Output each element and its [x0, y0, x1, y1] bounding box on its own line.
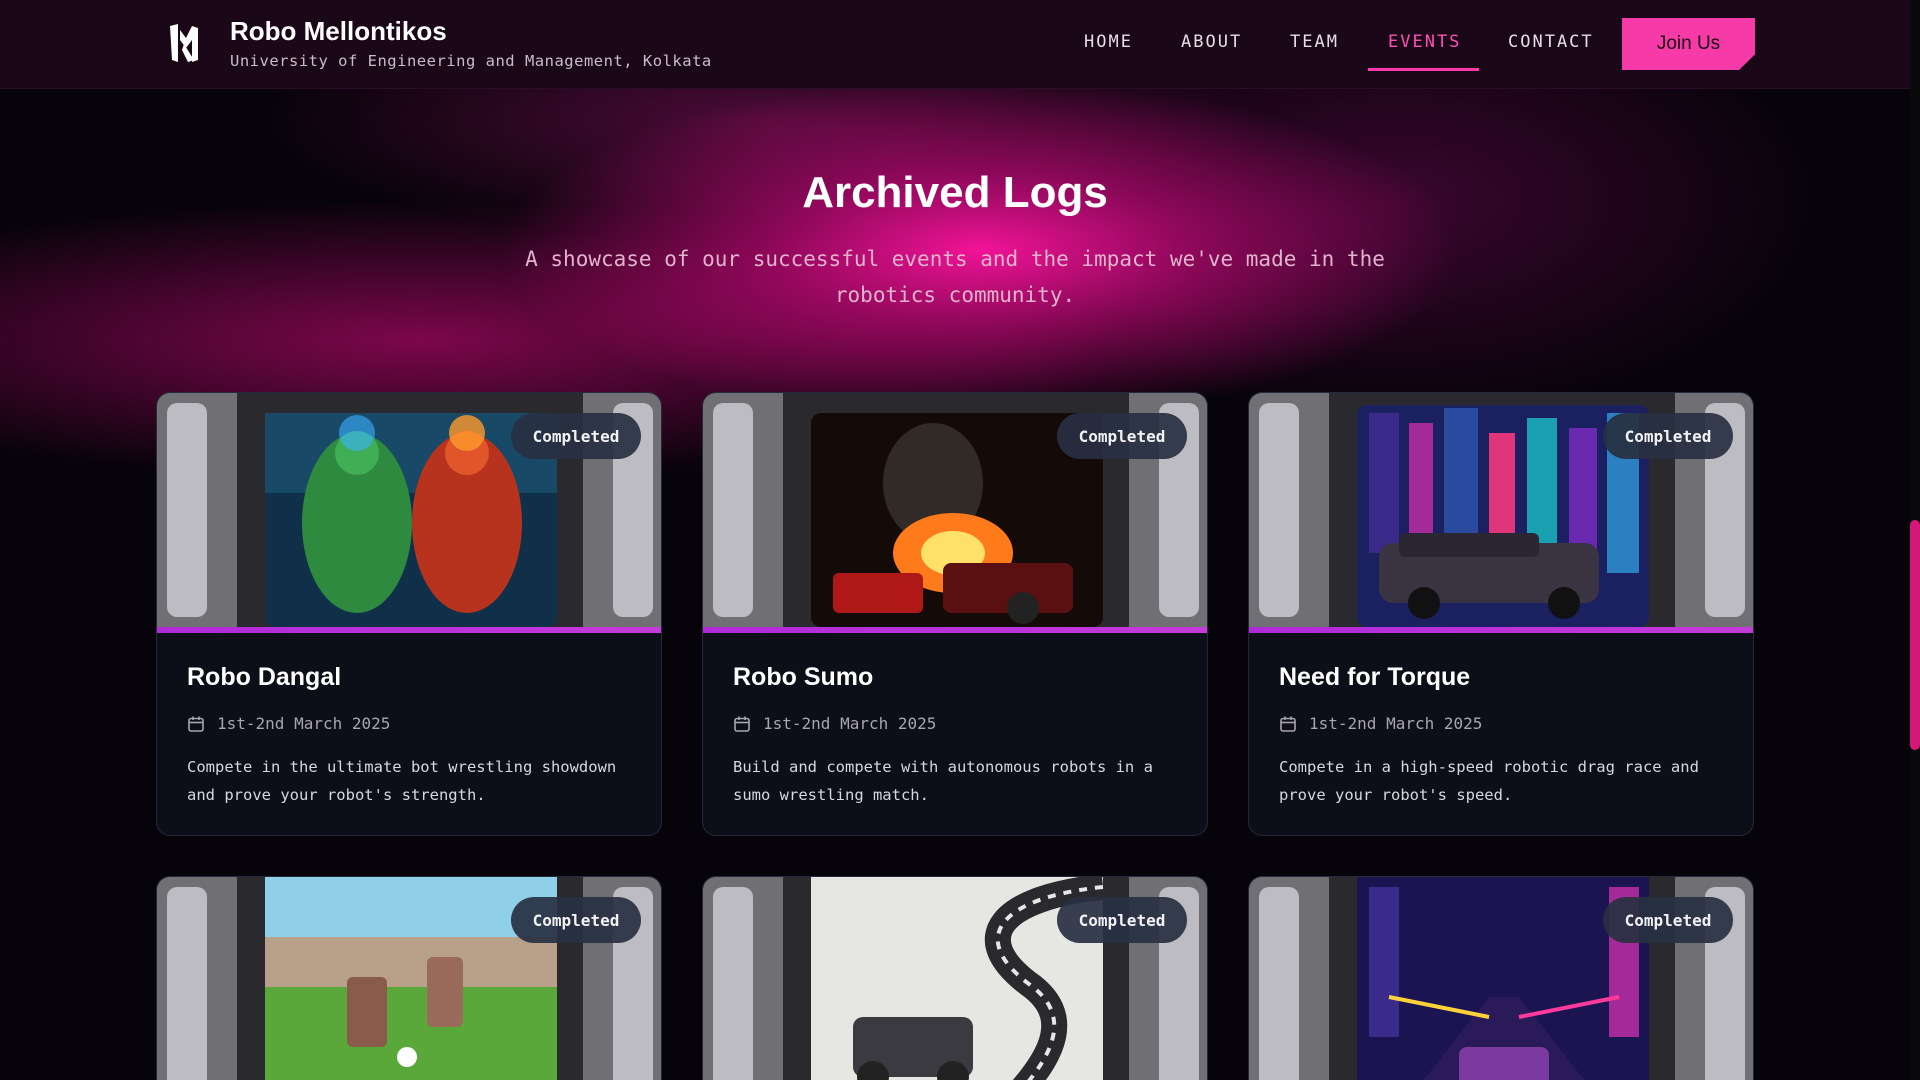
event-card-robot-soccer[interactable]: Completed: [156, 876, 662, 1080]
event-date-text: 1st-2nd March 2025: [217, 714, 391, 733]
event-image-burning-cars: Completed: [703, 393, 1207, 627]
event-card-sketch-racetrack[interactable]: Completed: [702, 876, 1208, 1080]
event-title: Robo Dangal: [187, 663, 342, 691]
join-us-button[interactable]: Join Us: [1622, 18, 1755, 70]
event-card-robo-dangal[interactable]: Completed Robo Dangal 1st-2nd March 2025…: [156, 392, 662, 836]
scrollbar-thumb[interactable]: [1910, 520, 1920, 750]
event-description: Compete in a high-speed robotic drag rac…: [1279, 758, 1699, 804]
event-date: 1st-2nd March 2025: [1279, 714, 1723, 733]
navbar: Robo Mellontikos University of Engineeri…: [0, 0, 1910, 89]
event-date: 1st-2nd March 2025: [733, 714, 1177, 733]
event-image-neon-racer: Completed: [1249, 877, 1753, 1080]
event-card-robo-sumo[interactable]: Completed Robo Sumo 1st-2nd March 2025 B…: [702, 392, 1208, 836]
event-description: Compete in the ultimate bot wrestling sh…: [187, 758, 617, 804]
event-description: Build and compete with autonomous robots…: [733, 758, 1153, 804]
nav-contact[interactable]: CONTACT: [1508, 32, 1594, 52]
club-logo-icon[interactable]: [164, 20, 204, 66]
event-date-text: 1st-2nd March 2025: [763, 714, 937, 733]
event-image-neon-city-car: Completed: [1249, 393, 1753, 627]
page-subtitle: A showcase of our successful events and …: [525, 247, 1385, 307]
status-badge: Completed: [1603, 897, 1733, 943]
calendar-icon: [1280, 716, 1296, 732]
event-card-need-for-torque[interactable]: Completed Need for Torque 1st-2nd March …: [1248, 392, 1754, 836]
event-card-neon-racer[interactable]: Completed: [1248, 876, 1754, 1080]
status-badge: Completed: [511, 897, 641, 943]
event-image-sketch-racetrack: Completed: [703, 877, 1207, 1080]
status-badge: Completed: [1057, 897, 1187, 943]
status-badge: Completed: [1603, 413, 1733, 459]
event-title: Robo Sumo: [733, 663, 874, 691]
page-title: Archived Logs: [802, 168, 1108, 217]
event-date-text: 1st-2nd March 2025: [1309, 714, 1483, 733]
event-title: Need for Torque: [1279, 663, 1471, 691]
brand-title[interactable]: Robo Mellontikos: [230, 16, 447, 47]
event-image-fighting-robots: Completed: [157, 393, 661, 627]
status-badge: Completed: [1057, 413, 1187, 459]
nav-home[interactable]: HOME: [1084, 32, 1133, 52]
nav-team[interactable]: TEAM: [1290, 32, 1339, 52]
nav-events[interactable]: EVENTS: [1388, 32, 1461, 52]
brand-subtitle: University of Engineering and Management…: [230, 52, 712, 70]
calendar-icon: [734, 716, 750, 732]
event-image-robot-soccer: Completed: [157, 877, 661, 1080]
nav-about[interactable]: ABOUT: [1181, 32, 1242, 52]
status-badge: Completed: [511, 413, 641, 459]
event-date: 1st-2nd March 2025: [187, 714, 631, 733]
calendar-icon: [188, 716, 204, 732]
active-nav-underline: [1368, 68, 1479, 71]
